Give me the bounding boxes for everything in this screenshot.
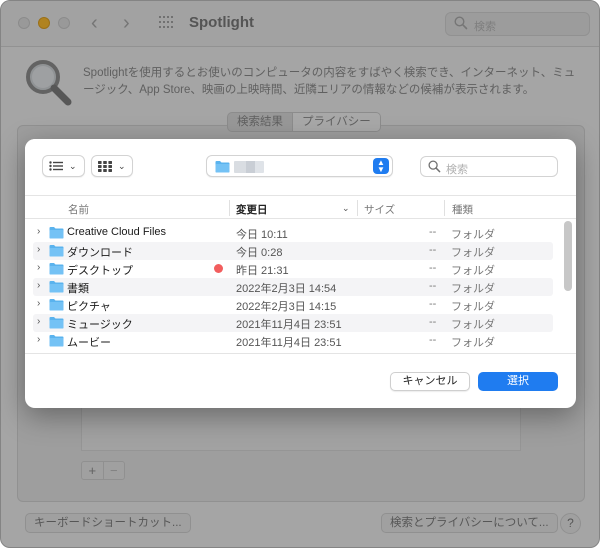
file-kind: フォルダ: [451, 301, 495, 313]
icon-grid-view-icon: [98, 160, 112, 172]
column-header: 名前 変更日 ⌄ サイズ 種類: [25, 195, 576, 219]
desktop-folder-icon: [49, 263, 64, 275]
file-name: ミュージック: [67, 319, 133, 331]
file-date: 2022年2月3日 14:54: [236, 283, 337, 295]
file-row[interactable]: › 書類 2022年2月3日 14:54 -- フォルダ: [33, 278, 553, 296]
list-view-button[interactable]: ⌄: [42, 155, 85, 177]
file-size: --: [429, 334, 437, 346]
file-row[interactable]: › ムービー 2021年11月4日 23:51 -- フォルダ: [33, 332, 553, 350]
list-view-icon: [49, 161, 63, 171]
column-size-header[interactable]: サイズ: [364, 202, 395, 217]
column-kind-header[interactable]: 種類: [452, 202, 473, 217]
footer-divider: [25, 353, 576, 354]
file-size: --: [429, 316, 437, 328]
dialog-toolbar: ⌄ ⌄ ▲ ▼ 検索: [25, 139, 576, 194]
file-row[interactable]: › ミュージック 2021年11月4日 23:51 -- フォルダ: [33, 314, 553, 332]
file-row[interactable]: › Creative Cloud Files 今日 10:11 -- フォルダ: [33, 224, 553, 242]
file-date: 2022年2月3日 14:15: [236, 301, 337, 313]
movies-folder-icon: [49, 335, 64, 347]
file-name: Creative Cloud Files: [67, 226, 167, 238]
file-row[interactable]: › ダウンロード 今日 0:28 -- フォルダ: [33, 242, 553, 260]
file-kind: フォルダ: [451, 283, 495, 295]
column-divider: [357, 200, 358, 216]
file-date: 2021年11月4日 23:51: [236, 337, 342, 349]
disclosure-chevron-icon[interactable]: ›: [37, 298, 40, 309]
column-divider: [229, 200, 230, 216]
column-divider: [444, 200, 445, 216]
file-list: › Creative Cloud Files 今日 10:11 -- フォルダ …: [25, 224, 563, 352]
chevron-down-icon: ⌄: [118, 160, 126, 171]
file-name: デスクトップ: [67, 265, 133, 277]
file-name: ピクチャ: [67, 301, 111, 313]
file-size: --: [429, 280, 437, 292]
file-date: 2021年11月4日 23:51: [236, 319, 342, 331]
folder-icon: [49, 227, 64, 239]
location-popup[interactable]: ▲ ▼: [206, 155, 393, 177]
file-kind: フォルダ: [451, 247, 495, 259]
dialog-search-field[interactable]: 検索: [420, 156, 558, 177]
downloads-folder-icon: [49, 245, 64, 257]
disclosure-chevron-icon[interactable]: ›: [37, 244, 40, 255]
chevron-down-icon: ⌄: [69, 160, 77, 171]
file-date: 昨日 21:31: [236, 265, 289, 277]
icon-view-button[interactable]: ⌄: [91, 155, 133, 177]
file-size: --: [429, 298, 437, 310]
disclosure-chevron-icon[interactable]: ›: [37, 334, 40, 345]
music-folder-icon: [49, 317, 64, 329]
location-name-redacted: [234, 161, 264, 173]
location-stepper-icon[interactable]: ▲ ▼: [373, 158, 389, 174]
search-icon: [428, 160, 441, 173]
file-name: ムービー: [67, 337, 111, 349]
file-size: --: [429, 226, 437, 238]
open-folder-dialog: ⌄ ⌄ ▲ ▼ 検索 名前 変更日 ⌄ サイズ 種類 › Creative Clo…: [25, 139, 576, 408]
file-row[interactable]: › デスクトップ 昨日 21:31 -- フォルダ: [33, 260, 553, 278]
file-name: ダウンロード: [67, 247, 133, 259]
file-size: --: [429, 262, 437, 274]
disclosure-chevron-icon[interactable]: ›: [37, 280, 40, 291]
file-kind: フォルダ: [451, 265, 495, 277]
column-name-header[interactable]: 名前: [68, 202, 89, 217]
search-placeholder: 検索: [446, 164, 468, 176]
select-button[interactable]: 選択: [478, 372, 558, 391]
disclosure-chevron-icon[interactable]: ›: [37, 262, 40, 273]
disclosure-chevron-icon[interactable]: ›: [37, 226, 40, 237]
file-date: 今日 10:11: [236, 229, 288, 241]
file-size: --: [429, 244, 437, 256]
documents-folder-icon: [49, 281, 64, 293]
file-date: 今日 0:28: [236, 247, 283, 259]
file-kind: フォルダ: [451, 319, 495, 331]
disclosure-chevron-icon[interactable]: ›: [37, 316, 40, 327]
vertical-scrollbar[interactable]: [564, 221, 572, 291]
cancel-button[interactable]: キャンセル: [390, 372, 470, 391]
file-row[interactable]: › ピクチャ 2022年2月3日 14:15 -- フォルダ: [33, 296, 553, 314]
file-kind: フォルダ: [451, 337, 495, 349]
column-date-header[interactable]: 変更日: [236, 202, 268, 217]
home-folder-icon: [215, 161, 230, 173]
red-tag-icon: [214, 264, 223, 273]
file-name: 書類: [67, 283, 89, 295]
sort-descending-chevron-icon: ⌄: [342, 203, 350, 213]
pictures-folder-icon: [49, 299, 64, 311]
file-kind: フォルダ: [451, 229, 495, 241]
